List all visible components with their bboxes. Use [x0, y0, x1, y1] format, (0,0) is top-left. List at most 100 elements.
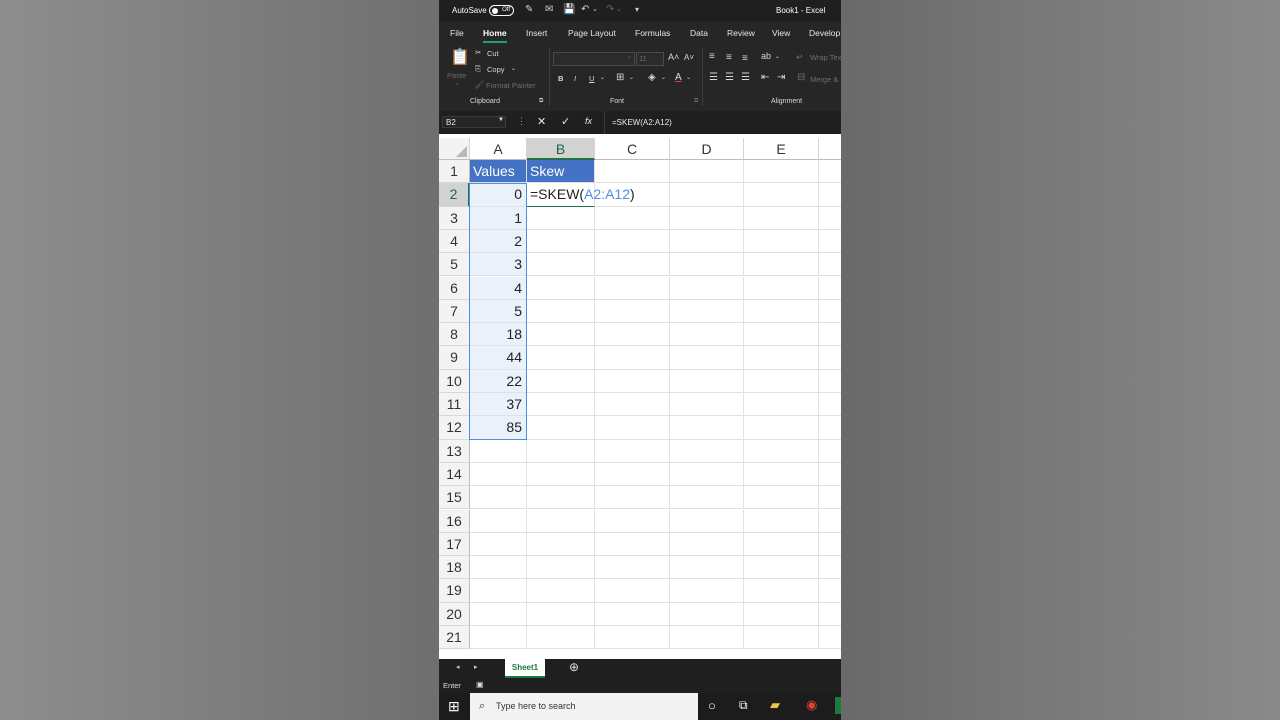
- underline-dropdown-icon[interactable]: ⌄: [600, 74, 605, 81]
- bold-button[interactable]: B: [558, 74, 563, 83]
- font-name-box[interactable]: [553, 52, 635, 66]
- cell[interactable]: [595, 626, 670, 650]
- cell[interactable]: [819, 277, 841, 300]
- cell[interactable]: [744, 253, 819, 277]
- cell-a11[interactable]: 37: [470, 393, 527, 417]
- cell[interactable]: [744, 439, 819, 463]
- cell-b1[interactable]: Skew: [527, 160, 595, 184]
- cell[interactable]: [744, 229, 819, 254]
- cell[interactable]: [527, 532, 595, 557]
- cell[interactable]: [819, 603, 841, 626]
- cell[interactable]: [819, 300, 841, 324]
- tab-view[interactable]: View: [772, 28, 790, 38]
- cell[interactable]: [819, 416, 841, 440]
- cell[interactable]: [744, 299, 819, 324]
- row-header[interactable]: 16: [439, 509, 470, 533]
- cell[interactable]: [744, 206, 819, 230]
- excel-taskbar-icon[interactable]: [835, 697, 841, 714]
- cell[interactable]: [819, 393, 841, 417]
- cell[interactable]: [527, 369, 595, 393]
- merge-icon[interactable]: ⊟: [797, 72, 805, 83]
- cell[interactable]: [670, 462, 744, 487]
- cell[interactable]: [595, 393, 670, 417]
- copy-button[interactable]: Copy: [487, 65, 505, 74]
- row-header[interactable]: 17: [439, 532, 470, 557]
- cell[interactable]: [470, 462, 527, 487]
- cell[interactable]: [744, 276, 819, 300]
- column-header-a[interactable]: A: [470, 138, 527, 160]
- cell[interactable]: [819, 626, 841, 650]
- paste-dropdown-icon[interactable]: ⌄: [455, 80, 460, 87]
- align-bottom-icon[interactable]: ≡: [742, 53, 748, 64]
- cell[interactable]: [595, 206, 670, 230]
- chrome-icon[interactable]: ◉: [806, 697, 817, 713]
- align-top-icon[interactable]: ≡: [709, 51, 715, 62]
- prev-sheet-icon[interactable]: ◂: [456, 663, 460, 671]
- row-header[interactable]: 15: [439, 486, 470, 510]
- row-header[interactable]: 20: [439, 602, 470, 626]
- row-header[interactable]: 5: [439, 253, 470, 277]
- cell[interactable]: [744, 532, 819, 557]
- cell-a3[interactable]: 1: [470, 206, 527, 230]
- add-sheet-icon[interactable]: ⊕: [569, 660, 579, 674]
- cell[interactable]: [595, 416, 670, 440]
- increase-indent-icon[interactable]: ⇥: [777, 72, 785, 83]
- paste-icon[interactable]: 📋: [450, 47, 470, 67]
- tab-insert[interactable]: Insert: [526, 28, 547, 38]
- cell[interactable]: [670, 183, 744, 207]
- cell[interactable]: [819, 230, 841, 254]
- font-color-icon[interactable]: A: [675, 72, 682, 83]
- cell[interactable]: [670, 579, 744, 603]
- cell[interactable]: [470, 626, 527, 650]
- cell[interactable]: [527, 393, 595, 417]
- taskbar-search[interactable]: ⌕ Type here to search: [470, 693, 698, 720]
- cell[interactable]: [670, 206, 744, 230]
- cell[interactable]: [527, 486, 595, 510]
- cell[interactable]: [744, 556, 819, 580]
- row-header[interactable]: 6: [439, 276, 470, 300]
- confirm-entry-icon[interactable]: ✓: [561, 115, 570, 128]
- file-explorer-icon[interactable]: ▰: [770, 697, 780, 713]
- cell[interactable]: [670, 393, 744, 417]
- fill-color-dropdown-icon[interactable]: ⌄: [661, 74, 666, 81]
- row-header[interactable]: 1: [439, 160, 470, 184]
- row-header[interactable]: 4: [439, 229, 470, 254]
- row-header[interactable]: 21: [439, 626, 470, 650]
- column-header-f[interactable]: [819, 138, 841, 160]
- cell-a4[interactable]: 2: [470, 229, 527, 254]
- sheet-tab-sheet1[interactable]: Sheet1: [505, 659, 545, 678]
- tab-page-layout[interactable]: Page Layout: [568, 28, 616, 38]
- clipboard-launcher-icon[interactable]: ⧉: [539, 98, 543, 105]
- cell[interactable]: [595, 229, 670, 254]
- cell-a7[interactable]: 5: [470, 299, 527, 324]
- insert-function-icon[interactable]: fx: [585, 116, 592, 126]
- name-box-dropdown-icon[interactable]: ▼: [498, 117, 504, 123]
- redo-dropdown-icon[interactable]: ⌄: [616, 4, 622, 16]
- cell[interactable]: [744, 509, 819, 533]
- cell[interactable]: [670, 602, 744, 626]
- cell[interactable]: [527, 229, 595, 254]
- cell[interactable]: [595, 486, 670, 510]
- cell[interactable]: [670, 276, 744, 300]
- font-color-dropdown-icon[interactable]: ⌄: [686, 74, 691, 81]
- cell[interactable]: [527, 299, 595, 324]
- cell[interactable]: [670, 626, 744, 650]
- cortana-icon[interactable]: ○: [708, 698, 716, 713]
- cell[interactable]: [527, 439, 595, 463]
- orientation-icon[interactable]: ab: [761, 51, 771, 61]
- cell-a10[interactable]: 22: [470, 369, 527, 393]
- cell[interactable]: [744, 346, 819, 370]
- cell[interactable]: [819, 346, 841, 370]
- align-right-icon[interactable]: ☰: [741, 72, 750, 83]
- accessibility-icon[interactable]: ▣: [476, 680, 484, 689]
- cell[interactable]: [595, 346, 670, 370]
- align-center-icon[interactable]: ☰: [725, 72, 734, 83]
- cell[interactable]: [470, 532, 527, 557]
- cell[interactable]: [670, 299, 744, 324]
- touch-mode-icon[interactable]: ✎: [525, 4, 533, 16]
- cell[interactable]: [819, 533, 841, 557]
- cell[interactable]: [744, 160, 819, 184]
- cell-a9[interactable]: 44: [470, 346, 527, 370]
- cell[interactable]: [744, 323, 819, 347]
- cell[interactable]: [670, 486, 744, 510]
